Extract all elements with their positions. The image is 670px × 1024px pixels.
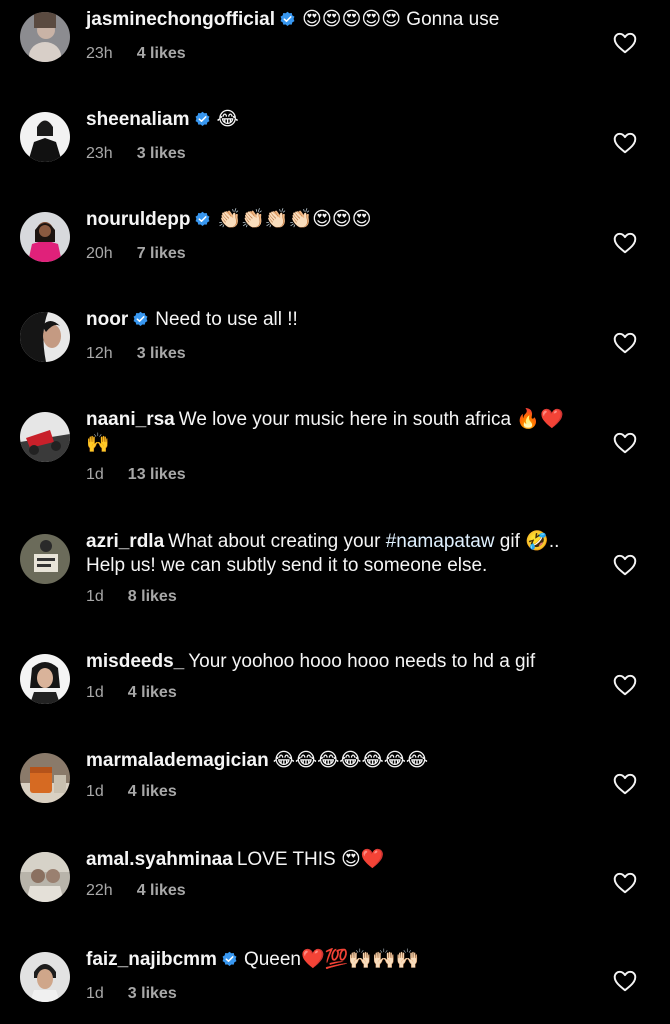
comment-meta: 1d 4 likes xyxy=(86,782,586,802)
comment-meta: 12h 3 likes xyxy=(86,344,586,364)
comment-message: Need to use all !! xyxy=(155,309,298,330)
username-link[interactable]: faiz_najibcmm xyxy=(86,949,217,970)
comment-text: faiz_najibcmm Queen❤️💯🙌🏻🙌🏻🙌🏻 xyxy=(86,948,586,975)
comment-time: 1d xyxy=(86,466,104,483)
heart-outline-icon[interactable] xyxy=(612,30,638,56)
likes-count[interactable]: 13 likes xyxy=(128,466,186,483)
likes-count[interactable]: 4 likes xyxy=(137,882,186,899)
likes-count[interactable]: 3 likes xyxy=(137,145,186,162)
likes-count[interactable]: 8 likes xyxy=(128,588,177,605)
heart-outline-icon[interactable] xyxy=(612,430,638,456)
comment-time: 20h xyxy=(86,245,113,262)
heart-outline-icon[interactable] xyxy=(612,771,638,797)
comment-text: nouruldepp 👏🏻👏🏻👏🏻👏🏻😍😍😍 xyxy=(86,208,586,235)
verified-badge-icon xyxy=(279,11,296,35)
comment-text: amal.syahminaa LOVE THIS 😍❤️ xyxy=(86,848,586,872)
comment-text: marmalademagician 😂😂😂😂😂😂😂 xyxy=(86,749,586,773)
comment-text: jasminechongofficial 😍😍😍😍😍 Gonna use xyxy=(86,8,586,35)
username-link[interactable]: nouruldepp xyxy=(86,209,190,230)
username-link[interactable]: jasminechongofficial xyxy=(86,9,275,30)
comment-meta: 22h 4 likes xyxy=(86,881,586,901)
username-link[interactable]: misdeeds_ xyxy=(86,651,184,672)
username-link[interactable]: amal.syahminaa xyxy=(86,849,233,870)
comment-meta: 23h 4 likes xyxy=(86,44,586,64)
comment-text: naani_rsa We love your music here in sout… xyxy=(86,408,586,456)
avatar[interactable] xyxy=(20,112,70,162)
heart-outline-icon[interactable] xyxy=(612,552,638,578)
verified-badge-icon xyxy=(194,111,211,135)
comment-time: 23h xyxy=(86,145,113,162)
comment-text: sheenaliam 😂 xyxy=(86,108,586,135)
avatar[interactable] xyxy=(20,753,70,803)
avatar[interactable] xyxy=(20,212,70,262)
hashtag-link[interactable]: #namapataw xyxy=(386,531,495,552)
comment-time: 23h xyxy=(86,45,113,62)
verified-badge-icon xyxy=(132,311,149,335)
comment-message: Queen❤️💯🙌🏻🙌🏻🙌🏻 xyxy=(243,949,420,970)
comment-meta: 1d 4 likes xyxy=(86,683,586,703)
comment-message: LOVE THIS 😍❤️ xyxy=(236,849,385,870)
comment-message: What about creating your xyxy=(168,531,386,552)
heart-outline-icon[interactable] xyxy=(612,330,638,356)
heart-outline-icon[interactable] xyxy=(612,870,638,896)
avatar[interactable] xyxy=(20,12,70,62)
avatar[interactable] xyxy=(20,654,70,704)
heart-outline-icon[interactable] xyxy=(612,230,638,256)
verified-badge-icon xyxy=(221,951,238,975)
avatar[interactable] xyxy=(20,312,70,362)
username-link[interactable]: noor xyxy=(86,309,128,330)
heart-outline-icon[interactable] xyxy=(612,130,638,156)
comment-meta: 1d 3 likes xyxy=(86,984,586,1004)
likes-count[interactable]: 4 likes xyxy=(128,783,177,800)
username-link[interactable]: azri_rdla xyxy=(86,531,164,552)
comment-message: Your yoohoo hooo hooo needs to hd a gif xyxy=(188,651,536,672)
username-link[interactable]: sheenaliam xyxy=(86,109,190,130)
username-link[interactable]: marmalademagician xyxy=(86,750,269,771)
heart-outline-icon[interactable] xyxy=(612,968,638,994)
avatar[interactable] xyxy=(20,534,70,584)
comment-time: 1d xyxy=(86,985,104,1002)
comment-meta: 20h 7 likes xyxy=(86,244,586,264)
verified-badge-icon xyxy=(194,211,211,235)
avatar[interactable] xyxy=(20,852,70,902)
likes-count[interactable]: 3 likes xyxy=(128,985,177,1002)
username-link[interactable]: naani_rsa xyxy=(86,409,175,430)
comment-meta: 1d 13 likes xyxy=(86,465,586,485)
comment-message: 👏🏻👏🏻👏🏻👏🏻😍😍😍 xyxy=(217,209,372,230)
comment-message: 😂😂😂😂😂😂😂 xyxy=(272,750,429,771)
comment-time: 22h xyxy=(86,882,113,899)
comment-meta: 23h 3 likes xyxy=(86,144,586,164)
comment-time: 1d xyxy=(86,783,104,800)
comment-text: misdeeds_ Your yoohoo hooo hooo needs to … xyxy=(86,650,586,674)
comment-text: noor Need to use all !! xyxy=(86,308,586,335)
comment-time: 12h xyxy=(86,345,113,362)
comment-message: 😍😍😍😍😍 Gonna use xyxy=(301,9,500,30)
likes-count[interactable]: 7 likes xyxy=(137,245,186,262)
comment-message: 😂 xyxy=(216,109,239,130)
avatar[interactable] xyxy=(20,412,70,462)
heart-outline-icon[interactable] xyxy=(612,672,638,698)
comment-time: 1d xyxy=(86,684,104,701)
likes-count[interactable]: 4 likes xyxy=(137,45,186,62)
likes-count[interactable]: 4 likes xyxy=(128,684,177,701)
comment-meta: 1d 8 likes xyxy=(86,587,586,607)
avatar[interactable] xyxy=(20,952,70,1002)
likes-count[interactable]: 3 likes xyxy=(137,345,186,362)
comment-text: azri_rdla What about creating your #namap… xyxy=(86,530,586,578)
comment-time: 1d xyxy=(86,588,104,605)
